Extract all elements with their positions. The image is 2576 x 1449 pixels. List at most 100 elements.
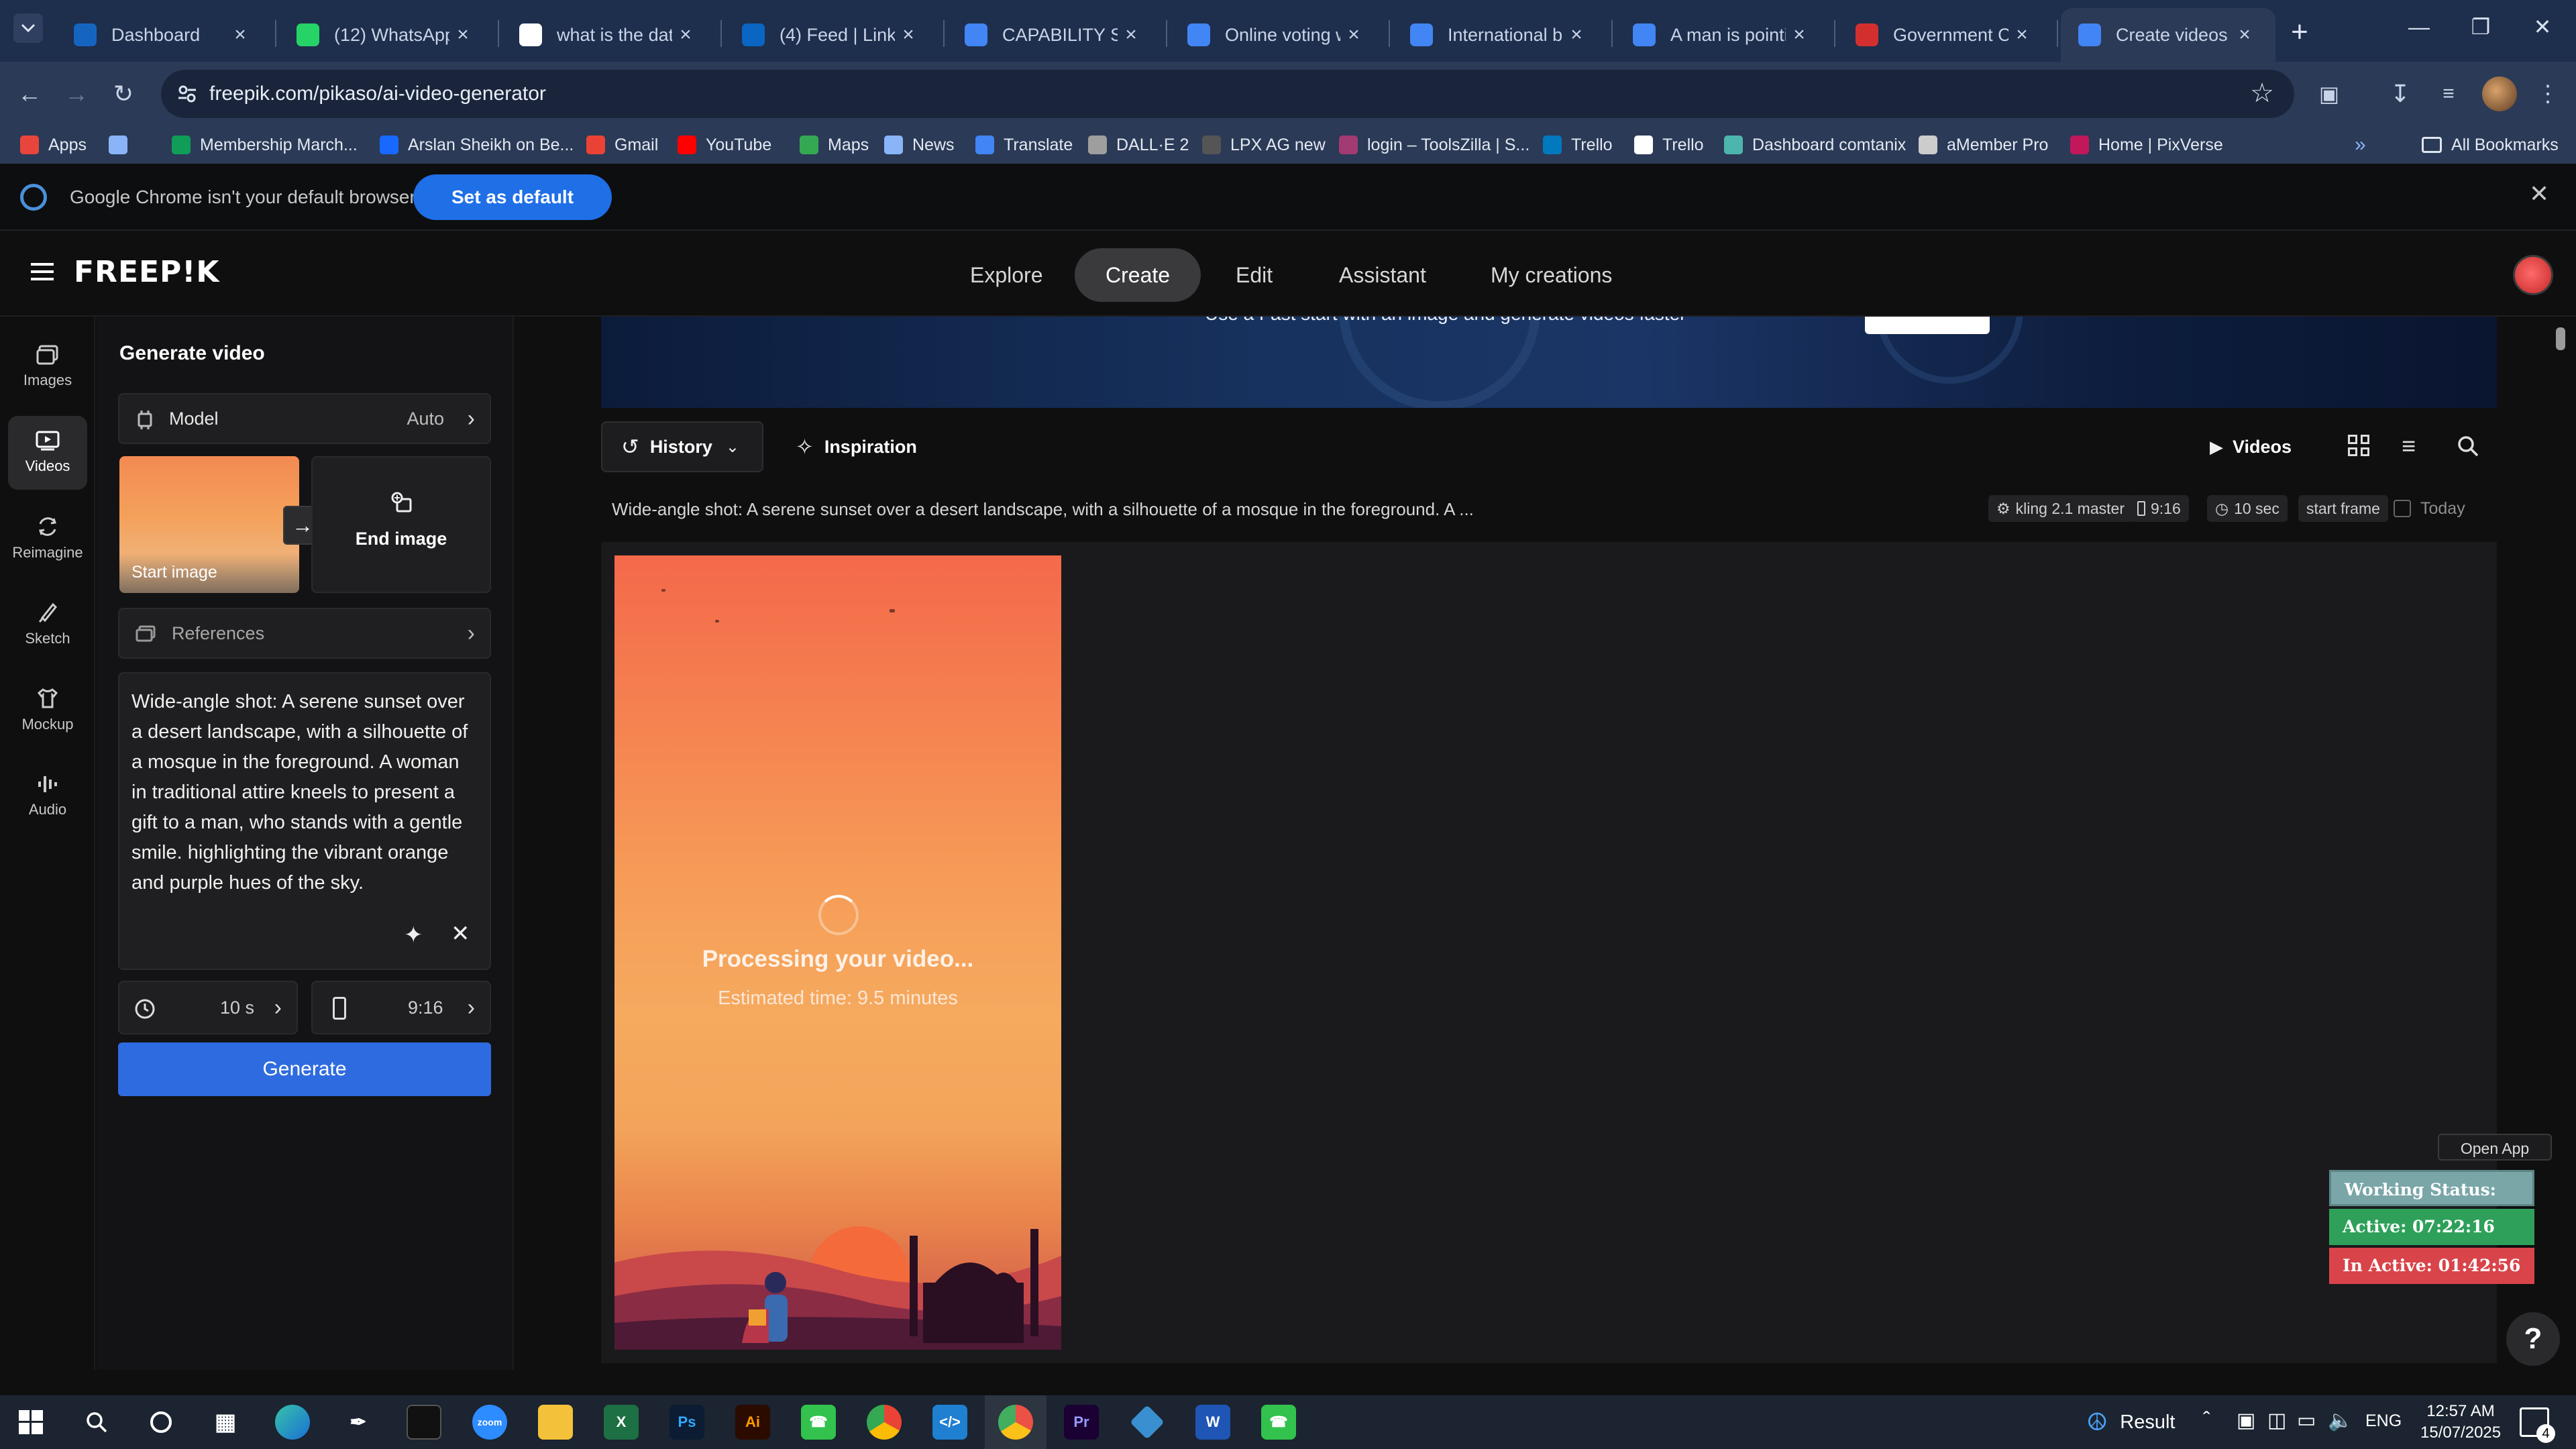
- bookmark-item[interactable]: [109, 126, 137, 164]
- notification-center-icon[interactable]: 4: [2520, 1407, 2555, 1443]
- bookmark-item[interactable]: Maps: [800, 126, 869, 164]
- app-diamond-icon[interactable]: [1130, 1405, 1165, 1440]
- tray-meet-icon[interactable]: ▣: [2237, 1409, 2255, 1432]
- phone-link-icon[interactable]: ☎: [801, 1405, 836, 1440]
- bookmark-item[interactable]: login – ToolsZilla | S...: [1339, 126, 1529, 164]
- chrome-menu-icon[interactable]: ⋮: [2529, 75, 2567, 113]
- tab-close-icon[interactable]: ×: [672, 23, 699, 46]
- widgets-result[interactable]: ☮ Result: [2086, 1395, 2175, 1449]
- excel-icon[interactable]: X: [604, 1405, 639, 1440]
- bookmark-item[interactable]: YouTube: [678, 126, 771, 164]
- rail-reimagine[interactable]: Reimagine: [8, 502, 87, 576]
- nav-create[interactable]: Create: [1075, 248, 1201, 302]
- file-explorer-icon[interactable]: [538, 1405, 573, 1440]
- new-tab-button[interactable]: +: [2281, 13, 2318, 51]
- close-window-button[interactable]: ✕: [2512, 0, 2573, 54]
- bookmark-item[interactable]: Dashboard comtanix: [1724, 126, 1906, 164]
- videos-filter-button[interactable]: ▶ Videos: [2210, 421, 2292, 472]
- zoom-icon[interactable]: zoom: [472, 1405, 507, 1440]
- profile-avatar[interactable]: [2482, 76, 2517, 111]
- chrome-icon[interactable]: [867, 1405, 902, 1440]
- edge-icon[interactable]: [275, 1405, 310, 1440]
- bookmark-item[interactable]: Arslan Sheikh on Be...: [380, 126, 574, 164]
- aspect-ratio-selector[interactable]: 9:16 ›: [311, 981, 491, 1034]
- tab-search-button[interactable]: [13, 13, 43, 43]
- phone-app-icon[interactable]: ☎: [1261, 1405, 1296, 1440]
- freepik-logo[interactable]: FREEP!K: [74, 255, 219, 289]
- rail-images[interactable]: Images: [8, 330, 87, 404]
- tab-close-icon[interactable]: ×: [895, 23, 922, 46]
- browser-tab[interactable]: CAPABILITY STATE×: [947, 8, 1162, 62]
- duration-selector[interactable]: 10 s ›: [118, 981, 298, 1034]
- nav-assistant[interactable]: Assistant: [1308, 248, 1457, 302]
- infobar-close-icon[interactable]: ✕: [2529, 180, 2549, 208]
- tray-display-icon[interactable]: ◫: [2267, 1409, 2286, 1432]
- magic-wand-icon[interactable]: ✦: [404, 922, 423, 949]
- browser-tab[interactable]: A man is pointing×: [1615, 8, 1830, 62]
- photoshop-icon[interactable]: Ps: [669, 1405, 704, 1440]
- references-selector[interactable]: References ›: [118, 608, 491, 659]
- bookmark-item[interactable]: Trello: [1543, 126, 1613, 164]
- minimize-button[interactable]: —: [2388, 0, 2450, 54]
- browser-tab[interactable]: Online voting wit×: [1170, 8, 1385, 62]
- tab-close-icon[interactable]: ×: [449, 23, 476, 46]
- task-view-icon[interactable]: ▦: [208, 1405, 243, 1440]
- illustrator-icon[interactable]: Ai: [735, 1405, 770, 1440]
- vscode-icon[interactable]: </>: [932, 1405, 967, 1440]
- help-button[interactable]: ?: [2506, 1312, 2560, 1366]
- cortana-icon[interactable]: [144, 1405, 178, 1440]
- bookmark-item[interactable]: Trello: [1634, 126, 1704, 164]
- bookmark-item[interactable]: Gmail: [586, 126, 658, 164]
- bookmark-item[interactable]: Home | PixVerse: [2070, 126, 2223, 164]
- search-icon[interactable]: [79, 1405, 114, 1440]
- nav-edit[interactable]: Edit: [1205, 248, 1303, 302]
- open-app-button[interactable]: Open App: [2438, 1134, 2552, 1161]
- model-selector[interactable]: Model Auto ›: [118, 393, 491, 444]
- clock[interactable]: 12:57 AM 15/07/2025: [2420, 1401, 2501, 1444]
- browser-tab[interactable]: (12) WhatsApp ×: [279, 8, 494, 62]
- end-image-slot[interactable]: End image: [311, 456, 491, 593]
- media-controls-icon[interactable]: ≡: [2430, 75, 2467, 113]
- bookmarks-overflow-icon[interactable]: »: [2355, 126, 2366, 164]
- rail-mockup[interactable]: Mockup: [8, 674, 87, 747]
- bookmark-item[interactable]: News: [884, 126, 955, 164]
- scrollbar[interactable]: [2556, 327, 2565, 350]
- forward-button[interactable]: →: [58, 75, 95, 113]
- browser-tab[interactable]: Government Cont×: [1838, 8, 2053, 62]
- tab-close-icon[interactable]: ×: [1563, 23, 1590, 46]
- pen-tool-icon[interactable]: ✒: [341, 1405, 376, 1440]
- language-indicator[interactable]: ENG: [2365, 1411, 2402, 1431]
- back-button[interactable]: ←: [11, 75, 48, 113]
- nav-my-creations[interactable]: My creations: [1460, 248, 1643, 302]
- bookmark-item[interactable]: LPX AG new: [1202, 126, 1326, 164]
- grid-view-icon[interactable]: [2348, 435, 2369, 456]
- clear-prompt-icon[interactable]: ✕: [451, 920, 470, 947]
- browser-tab[interactable]: Dashboard ×: [56, 8, 271, 62]
- extensions-icon[interactable]: ▣: [2310, 75, 2348, 113]
- history-dropdown[interactable]: ↺ History ⌄: [601, 421, 763, 472]
- prompt-box[interactable]: Wide-angle shot: A serene sunset over a …: [118, 672, 491, 970]
- bookmark-item[interactable]: Translate: [975, 126, 1073, 164]
- filters-icon[interactable]: ≡: [2402, 432, 2416, 460]
- bookmark-item[interactable]: DALL·E 2: [1088, 126, 1189, 164]
- banner-cta-button[interactable]: [1865, 317, 1990, 334]
- set-default-button[interactable]: Set as default: [413, 174, 612, 220]
- rail-audio[interactable]: Audio: [8, 759, 87, 833]
- bookmark-star-icon[interactable]: ☆: [2250, 78, 2274, 109]
- tray-network-icon[interactable]: ▭: [2297, 1409, 2316, 1432]
- tab-close-icon[interactable]: ×: [2231, 23, 2258, 46]
- all-bookmarks-button[interactable]: All Bookmarks: [2422, 126, 2559, 164]
- bookmark-item[interactable]: Membership March...: [172, 126, 358, 164]
- word-icon[interactable]: W: [1195, 1405, 1230, 1440]
- search-icon[interactable]: [2457, 435, 2479, 458]
- start-image-slot[interactable]: Start image: [119, 456, 299, 593]
- bookmark-item[interactable]: aMember Pro: [1919, 126, 2048, 164]
- nav-explore[interactable]: Explore: [939, 248, 1074, 302]
- bookmark-item[interactable]: Apps: [20, 126, 87, 164]
- windows-start-icon[interactable]: [13, 1405, 48, 1440]
- rail-sketch[interactable]: Sketch: [8, 588, 87, 661]
- hamburger-menu-icon[interactable]: [31, 263, 54, 280]
- rail-videos[interactable]: Videos: [8, 416, 87, 490]
- tab-close-icon[interactable]: ×: [1786, 23, 1813, 46]
- downloads-icon[interactable]: ↧: [2381, 75, 2419, 113]
